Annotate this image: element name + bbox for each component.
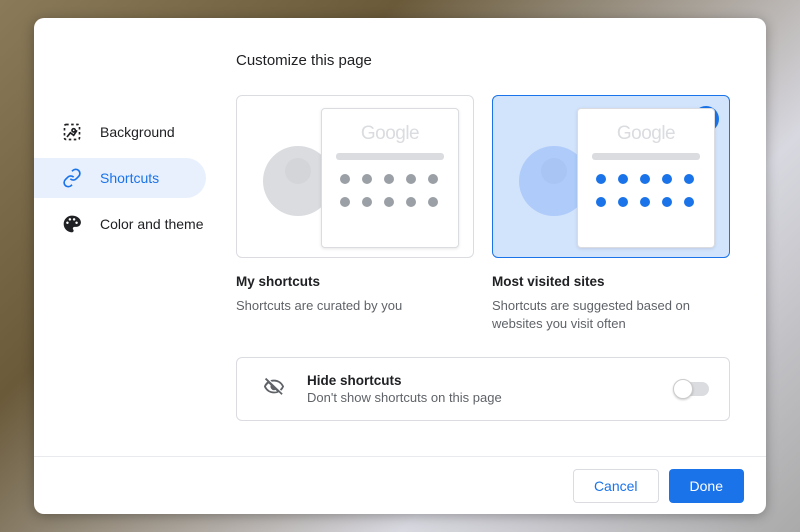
option-my-shortcuts-preview[interactable]: Google — [236, 95, 474, 258]
link-icon — [62, 168, 82, 188]
mini-browser-preview: Google — [577, 108, 715, 248]
shortcut-dots — [332, 174, 448, 207]
visibility-off-icon — [263, 376, 285, 403]
google-logo: Google — [588, 123, 704, 145]
sidebar: Background Shortcuts Color and theme — [34, 18, 206, 456]
dialog-body: Background Shortcuts Color and theme Cus… — [34, 18, 766, 456]
hide-text: Hide shortcuts Don't show shortcuts on t… — [307, 373, 675, 405]
sidebar-item-label: Shortcuts — [100, 170, 159, 186]
option-title: My shortcuts — [236, 274, 474, 289]
page-title: Customize this page — [236, 52, 730, 69]
google-logo: Google — [332, 123, 448, 145]
search-bar-preview — [592, 153, 700, 160]
mini-browser-preview: Google — [321, 108, 459, 248]
sidebar-item-label: Background — [100, 124, 175, 140]
sidebar-item-color-theme[interactable]: Color and theme — [34, 204, 206, 244]
main-panel: Customize this page Google — [206, 18, 766, 456]
customize-dialog: Background Shortcuts Color and theme Cus… — [34, 18, 766, 514]
option-desc: Shortcuts are curated by you — [236, 297, 474, 315]
shortcut-dots — [588, 174, 704, 207]
shortcut-options: Google My shortcuts Shortcuts are curate… — [236, 95, 730, 333]
sidebar-item-label: Color and theme — [100, 216, 204, 232]
sidebar-item-background[interactable]: Background — [34, 112, 206, 152]
palette-icon — [62, 214, 82, 234]
dialog-footer: Cancel Done — [34, 456, 766, 514]
option-title: Most visited sites — [492, 274, 730, 289]
hide-title: Hide shortcuts — [307, 373, 675, 388]
background-icon — [62, 122, 82, 142]
search-bar-preview — [336, 153, 444, 160]
option-most-visited-preview[interactable]: ✓ Google — [492, 95, 730, 258]
sidebar-item-shortcuts[interactable]: Shortcuts — [34, 158, 206, 198]
option-most-visited: ✓ Google Most visited sites Shortcuts — [492, 95, 730, 333]
option-desc: Shortcuts are suggested based on website… — [492, 297, 730, 333]
option-my-shortcuts: Google My shortcuts Shortcuts are curate… — [236, 95, 474, 333]
cancel-button[interactable]: Cancel — [573, 469, 659, 503]
done-button[interactable]: Done — [669, 469, 744, 503]
hide-shortcuts-row: Hide shortcuts Don't show shortcuts on t… — [236, 357, 730, 421]
hide-desc: Don't show shortcuts on this page — [307, 390, 675, 405]
hide-shortcuts-toggle[interactable] — [675, 382, 709, 396]
